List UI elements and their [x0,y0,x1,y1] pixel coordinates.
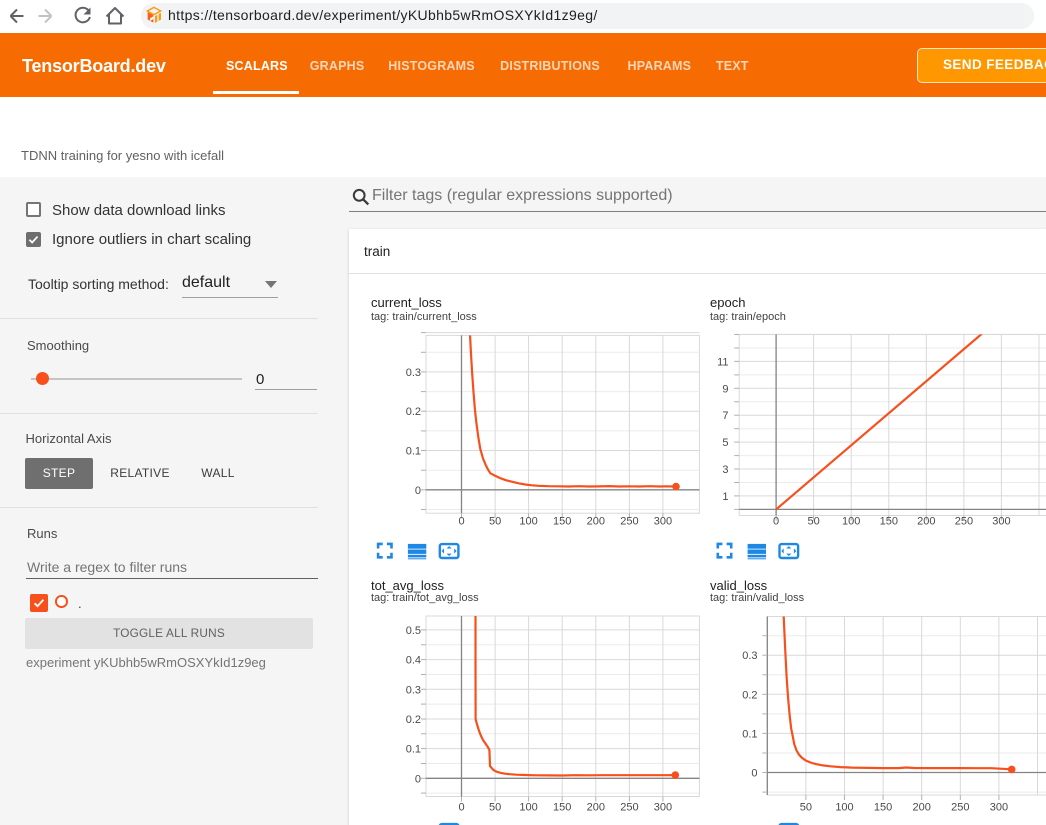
svg-text:300: 300 [654,801,672,813]
svg-text:200: 200 [587,515,605,527]
svg-text:0.2: 0.2 [406,406,421,418]
svg-text:250: 250 [620,515,638,527]
svg-text:250: 250 [620,801,638,813]
svg-text:11: 11 [717,356,728,368]
svg-text:200: 200 [913,801,931,813]
svg-text:0: 0 [415,773,421,785]
svg-text:0.2: 0.2 [406,714,421,726]
svg-text:150: 150 [874,801,892,813]
svg-text:300: 300 [654,515,672,527]
svg-text:200: 200 [917,515,935,527]
svg-text:100: 100 [842,515,860,527]
svg-text:300: 300 [990,801,1008,813]
svg-text:250: 250 [951,801,969,813]
svg-text:0: 0 [458,801,464,813]
svg-text:0.4: 0.4 [406,655,421,667]
svg-text:200: 200 [587,801,605,813]
svg-text:0: 0 [773,515,779,527]
svg-text:0.3: 0.3 [406,684,421,696]
svg-text:7: 7 [722,410,728,422]
svg-text:0.3: 0.3 [742,650,757,662]
svg-text:150: 150 [553,515,571,527]
svg-text:0: 0 [458,515,464,527]
svg-text:0.2: 0.2 [742,689,757,701]
svg-text:9: 9 [722,383,728,395]
svg-text:0.1: 0.1 [406,446,421,458]
svg-text:0.5: 0.5 [406,625,421,637]
svg-text:150: 150 [880,515,898,527]
svg-text:0.3: 0.3 [406,367,421,379]
svg-text:50: 50 [489,515,501,527]
svg-text:0.1: 0.1 [406,744,421,756]
svg-text:250: 250 [955,515,973,527]
svg-text:0: 0 [415,485,421,497]
svg-text:100: 100 [519,515,537,527]
svg-text:50: 50 [800,801,812,813]
svg-text:3: 3 [722,464,728,476]
svg-text:50: 50 [807,515,819,527]
svg-text:100: 100 [519,801,537,813]
svg-text:0: 0 [751,768,757,780]
svg-text:5: 5 [722,437,728,449]
svg-text:150: 150 [553,801,571,813]
svg-text:50: 50 [489,801,501,813]
svg-text:300: 300 [992,515,1010,527]
svg-text:1: 1 [722,491,728,503]
svg-text:100: 100 [835,801,853,813]
svg-text:0.1: 0.1 [742,728,757,740]
